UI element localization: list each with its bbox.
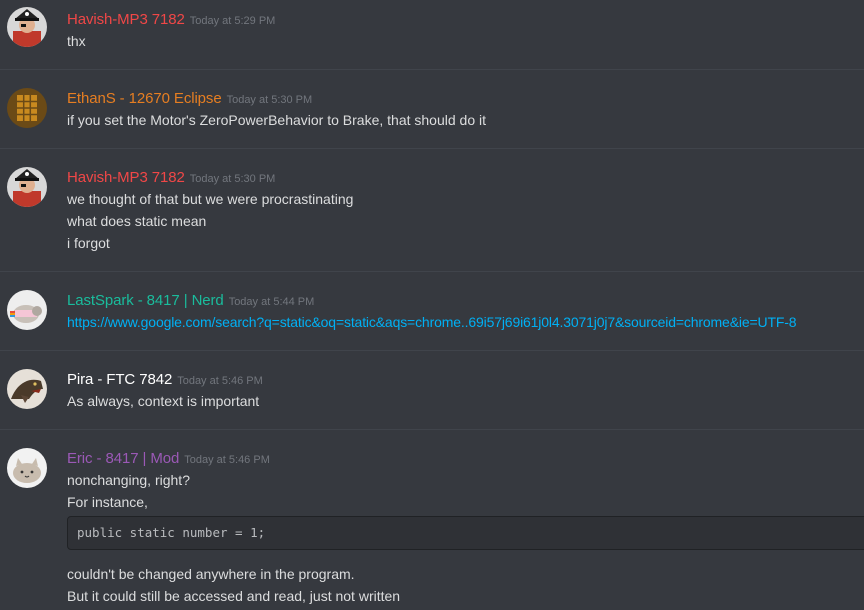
- message-text: couldn't be changed anywhere in the prog…: [67, 566, 355, 582]
- pirate-avatar-icon[interactable]: [7, 167, 47, 207]
- author-name[interactable]: Pira - FTC 7842: [67, 371, 172, 388]
- message-text: if you set the Motor's ZeroPowerBehavior…: [67, 112, 486, 128]
- author-name[interactable]: Eric - 8417 | Mod: [67, 450, 179, 467]
- message-text: As always, context is important: [67, 393, 260, 409]
- timestamp: Today at 5:30 PM: [226, 94, 313, 106]
- timestamp: Today at 5:30 PM: [189, 173, 276, 185]
- dinosaur-avatar-icon[interactable]: [7, 369, 47, 409]
- message-divider: [0, 148, 864, 149]
- message-header: LastSpark - 8417 | Nerd Today at 5:44 PM: [67, 290, 314, 310]
- message-text: what does static mean: [67, 213, 207, 229]
- search-link[interactable]: https://www.google.com/search?q=static&o…: [67, 314, 797, 330]
- message-divider: [0, 271, 864, 272]
- message-header: Havish-MP3 7182 Today at 5:30 PM: [67, 167, 275, 187]
- cat-avatar-icon[interactable]: [7, 448, 47, 488]
- code-text: public static number = 1;: [77, 525, 266, 540]
- author-name[interactable]: LastSpark - 8417 | Nerd: [67, 292, 224, 309]
- message-text: https://www.google.com/search?q=static&o…: [67, 312, 797, 332]
- message-header: Eric - 8417 | Mod Today at 5:46 PM: [67, 448, 270, 468]
- author-name[interactable]: Havish-MP3 7182: [67, 11, 185, 28]
- timestamp: Today at 5:46 PM: [177, 375, 263, 387]
- timestamp: Today at 5:29 PM: [189, 15, 276, 27]
- message-divider: [0, 69, 864, 70]
- message-header: Havish-MP3 7182 Today at 5:29 PM: [67, 9, 275, 29]
- message-text: nonchanging, right?: [67, 472, 190, 488]
- timestamp: Today at 5:46 PM: [184, 454, 270, 466]
- pirate-avatar-icon[interactable]: [7, 7, 47, 47]
- nyan-cat-avatar-icon[interactable]: [7, 290, 47, 330]
- timestamp: Today at 5:44 PM: [228, 296, 315, 308]
- code-block[interactable]: public static number = 1;: [67, 516, 864, 550]
- message-divider: [0, 350, 864, 351]
- message-text: we thought of that but we were procrasti…: [67, 191, 354, 207]
- message-header: Pira - FTC 7842 Today at 5:46 PM: [67, 369, 263, 389]
- author-name[interactable]: EthanS - 12670 Eclipse: [67, 90, 222, 107]
- message-text: But it could still be accessed and read,…: [67, 588, 401, 604]
- message-divider: [0, 429, 864, 430]
- message-text: thx: [67, 33, 86, 49]
- message-text: i forgot: [67, 235, 110, 251]
- message-text: For instance,: [67, 494, 148, 510]
- chocolate-bar-avatar-icon[interactable]: [7, 88, 47, 128]
- message-header: EthanS - 12670 Eclipse Today at 5:30 PM: [67, 88, 312, 108]
- author-name[interactable]: Havish-MP3 7182: [67, 169, 185, 186]
